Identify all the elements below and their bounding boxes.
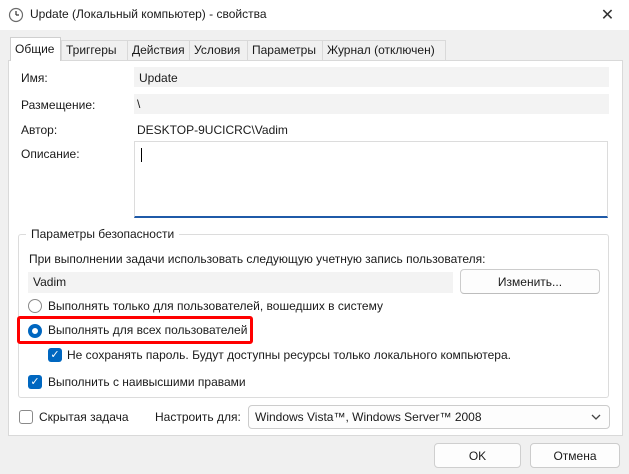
hidden-task-label[interactable]: Скрытая задача bbox=[39, 410, 129, 424]
clock-icon bbox=[8, 7, 24, 23]
name-value: Update bbox=[139, 71, 178, 85]
configure-for-label: Настроить для: bbox=[155, 410, 241, 424]
window-title: Update (Локальный компьютер) - свойства bbox=[30, 7, 267, 21]
radio-logged-on-only-label[interactable]: Выполнять только для пользователей, воше… bbox=[48, 299, 383, 313]
tab-conditions[interactable]: Условия bbox=[189, 40, 248, 60]
chevron-down-icon bbox=[591, 414, 601, 420]
account-prompt: При выполнении задачи использовать следу… bbox=[29, 252, 486, 266]
tab-general[interactable]: Общие bbox=[10, 37, 61, 61]
configure-for-value: Windows Vista™, Windows Server™ 2008 bbox=[255, 410, 482, 424]
user-account-field bbox=[28, 272, 453, 293]
description-input[interactable] bbox=[134, 141, 608, 218]
radio-logged-on-only[interactable] bbox=[28, 299, 42, 313]
location-field bbox=[134, 94, 609, 114]
location-label: Размещение: bbox=[21, 98, 96, 112]
tab-triggers[interactable]: Триггеры bbox=[61, 40, 128, 60]
close-button[interactable]: ✕ bbox=[586, 0, 629, 30]
security-options-legend: Параметры безопасности bbox=[26, 227, 180, 241]
radio-all-users-label[interactable]: Выполнять для всех пользователей bbox=[48, 323, 247, 337]
text-caret bbox=[141, 148, 142, 162]
description-label: Описание: bbox=[21, 147, 80, 161]
location-value: \ bbox=[137, 97, 141, 111]
close-icon: ✕ bbox=[600, 7, 615, 24]
tab-history[interactable]: Журнал (отключен) bbox=[322, 40, 446, 60]
hidden-task-checkbox[interactable] bbox=[19, 410, 33, 424]
user-account-value: Vadim bbox=[33, 275, 67, 289]
radio-all-users[interactable] bbox=[28, 324, 42, 338]
highest-privileges-checkbox[interactable]: ✓ bbox=[28, 375, 42, 389]
ok-button[interactable]: OK bbox=[434, 443, 521, 468]
name-label: Имя: bbox=[21, 71, 48, 85]
author-value: DESKTOP-9UCICRC\Vadim bbox=[137, 123, 288, 137]
change-user-button[interactable]: Изменить... bbox=[460, 269, 600, 294]
tab-settings[interactable]: Параметры bbox=[247, 40, 323, 60]
highest-privileges-label[interactable]: Выполнить с наивысшими правами bbox=[48, 375, 246, 389]
tab-actions[interactable]: Действия bbox=[127, 40, 190, 60]
configure-for-select[interactable]: Windows Vista™, Windows Server™ 2008 bbox=[248, 405, 610, 429]
no-store-password-checkbox[interactable]: ✓ bbox=[48, 348, 62, 362]
cancel-button[interactable]: Отмена bbox=[530, 443, 620, 468]
no-store-password-label[interactable]: Не сохранять пароль. Будут доступны ресу… bbox=[67, 348, 511, 362]
name-field bbox=[134, 67, 609, 87]
author-label: Автор: bbox=[21, 123, 58, 137]
